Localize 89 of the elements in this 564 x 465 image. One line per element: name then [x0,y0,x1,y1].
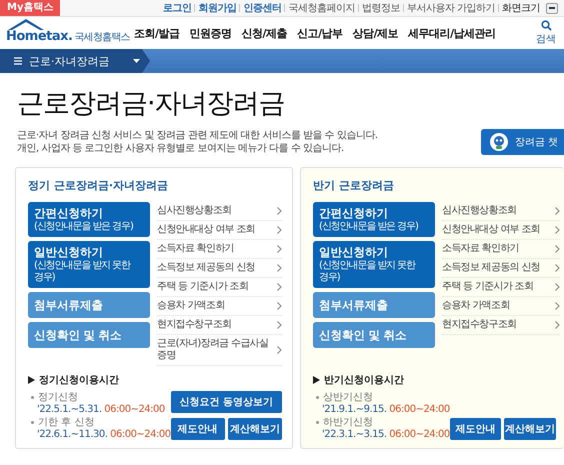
bullet-icon [31,420,34,424]
description-text: 개인, 사업자 등 로그인한 사용자 유형별로 보여지는 메뉴가 다를 수 있습니다. [17,142,345,155]
top-link[interactable]: 법령정보 [362,1,400,15]
page-title: 근로장려금·자녀장려금 [17,87,286,121]
chevron-icon [277,283,282,291]
info-button[interactable]: 제도안내 [170,418,225,440]
apply-button[interactable]: 일반신청하기 (신청안내문을 받지 못한 경우) [313,241,435,288]
search-button[interactable]: 검색 [536,20,556,46]
chevron-icon [555,226,560,234]
service-link[interactable]: 심사진행상황조회 [157,202,282,221]
chevron-icon [277,302,282,310]
bullet-icon [31,396,34,398]
bullet-icon [316,420,319,424]
date-range: '21.9.1.~9.15. [322,404,387,415]
service-hours: 06:00~24:00 [110,429,171,440]
chevron-icon [555,207,560,215]
info-button[interactable]: 계산해보기 [504,418,556,440]
schedule-heading: 반기신청이용시간 [324,374,404,387]
top-link[interactable]: 회원가입 [198,1,236,15]
video-button[interactable]: 신청요건 동영상보기 [170,391,282,413]
schedule-label: 하반기신청 [323,416,373,429]
apply-button[interactable]: 일반신청하기 (신청안내문을 받지 못한 경우) [28,241,150,288]
apply-button[interactable]: 간편신청하기 (신청안내문을 받은 경우) [313,202,435,237]
service-hours: 06:00~24:00 [104,404,165,415]
schedule-label: 정기신청 [38,391,78,404]
chatbot-button[interactable]: 장려금 챗 [480,129,564,155]
menu-item[interactable]: 신고/납부 [297,26,343,40]
bullet-icon [316,396,319,398]
menu-item[interactable]: 신청/제출 [242,26,288,40]
chevron-icon [555,245,560,253]
menu-icon [14,57,22,65]
chevron-icon [555,283,560,291]
chevron-icon [277,321,282,329]
service-link[interactable]: 소득자료 확인하기 [157,240,282,259]
service-link[interactable]: 신청안내대상 여부 조회 [442,221,560,240]
apply-button[interactable]: 간편신청하기 (신청안내문을 받은 경우) [28,202,150,237]
service-link[interactable]: 근로(자녀)장려금 수급사실 증명 [157,335,282,366]
triangle-icon [313,376,320,384]
menu-item[interactable]: 민원증명 [190,26,232,40]
description-text: 근로·자녀 장려금 신청 서비스 및 장려금 관련 제도에 대한 서비스를 받을 수 있습니다. [17,129,378,142]
menu-item[interactable]: 상담/제보 [352,26,398,40]
schedule-label: 기한 후 신청 [38,416,94,429]
section-dropdown[interactable]: 근로·자녀장려금 [0,49,150,73]
zoom-out-button[interactable] [546,2,558,14]
chevron-icon [277,346,282,354]
schedule-heading: 정기신청이용시간 [39,374,119,387]
service-link[interactable]: 현지접수창구조회 [157,316,282,335]
chevron-icon [277,226,282,234]
service-link[interactable]: 주택 등 기준시가 조회 [442,278,560,297]
service-hours: 06:00~24:00 [389,429,450,440]
service-link[interactable]: 소득자료 확인하기 [442,240,560,259]
date-range: '22.6.1.~11.30. [37,429,108,440]
service-link[interactable]: 승용차 가액조회 [442,297,560,316]
chevron-icon [555,302,560,310]
chevron-icon [277,245,282,253]
service-link[interactable]: 현지접수창구조회 [442,316,560,335]
my-hometax-tab[interactable]: My홈택스 [0,0,60,16]
panel-title: 반기 근로장려금 [313,178,395,193]
menu-item[interactable]: 세무대리/납세관리 [408,26,496,40]
panel-title: 정기 근로장려금·자녀장려금 [28,178,170,193]
date-range: '22.5.1.~5.31. [37,404,102,415]
top-link[interactable]: 부서사용자 가입하기 [406,1,495,15]
service-link[interactable]: 소득정보 제공동의 신청 [442,259,560,278]
info-button[interactable]: 제도안내 [450,418,502,440]
search-icon [540,20,552,31]
menu-item[interactable]: 조회/발급 [134,26,180,40]
chevron-icon [277,207,282,215]
top-link[interactable]: 국세청홈페이지 [288,1,355,15]
service-link[interactable]: 승용차 가액조회 [157,297,282,316]
chevron-icon [277,264,282,272]
logo-name[interactable]: 국세청홈택스 [74,30,130,44]
info-button[interactable]: 계산해보기 [228,418,282,440]
date-range: '22.3.1.~3.15. [322,429,387,440]
logo-wordmark[interactable]: Hometax. [6,28,72,44]
service-link[interactable]: 소득정보 제공동의 신청 [157,259,282,278]
triangle-icon [28,376,35,384]
service-hours: 06:00~24:00 [389,404,450,415]
robot-icon [488,132,509,152]
chevron-icon [555,264,560,272]
top-link[interactable]: 로그인 [162,1,192,15]
house-roof-icon [6,16,46,30]
chevron-icon [555,321,560,329]
top-link[interactable]: 인증센터 [243,1,282,15]
schedule-label: 상반기신청 [323,391,373,404]
service-link[interactable]: 주택 등 기준시가 조회 [157,278,282,297]
service-link[interactable]: 신청안내대상 여부 조회 [157,221,282,240]
service-link[interactable]: 심사진행상황조회 [442,202,560,221]
top-link[interactable]: 화면크기 [502,1,540,15]
caret-icon [132,59,140,63]
